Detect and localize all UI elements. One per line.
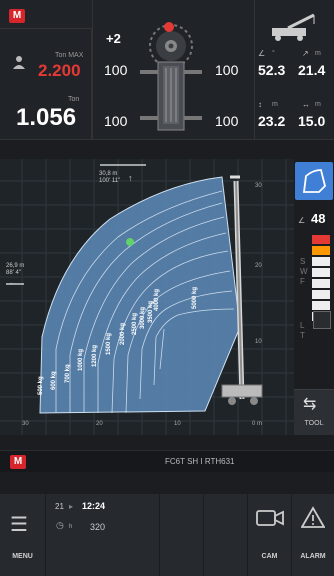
load-label-600: 600 kg <box>51 371 57 390</box>
load-label-1000: 1000 kg <box>78 348 84 371</box>
height-value: 23.2 <box>258 113 286 129</box>
crane-icon <box>268 12 320 42</box>
cam-button[interactable]: CAM <box>248 494 292 576</box>
x-tick-20: 20 <box>96 421 103 427</box>
radius-value: 15.0 <box>298 113 326 129</box>
letter-f: F <box>300 277 305 286</box>
radius-unit: m <box>315 101 321 108</box>
model-label: FC6T SH I RTH631 <box>165 457 235 466</box>
info-panel: 21 ▸ 12:24 ◷ h 320 <box>46 494 160 576</box>
load-chart-icon <box>302 169 326 193</box>
radius-icon: ↔ <box>302 100 310 109</box>
load-label-5000: 5000 kg <box>192 286 198 309</box>
hours-value: 320 <box>90 522 106 532</box>
ton-max-value: 2.200 <box>38 61 81 80</box>
menu-button[interactable]: ☰ MENU <box>0 494 46 576</box>
rotation-value: +2 <box>106 31 121 46</box>
up-arrow-icon: ↑ <box>128 173 133 183</box>
angle-value: 52.3 <box>258 62 286 78</box>
load-person-icon <box>12 55 26 69</box>
length-unit: m <box>315 50 321 57</box>
cam-label: CAM <box>261 553 278 560</box>
hours-icon: ◷ <box>56 520 64 530</box>
chassis-graphic <box>130 58 212 134</box>
max-reach-label-ft: 88' 4" <box>6 270 21 276</box>
small-square-icon <box>313 311 331 329</box>
bottom-toolbar: ☰ MENU 21 ▸ 12:24 ◷ h 320 CAM ALARM <box>0 494 334 576</box>
alarm-label: ALARM <box>300 553 326 560</box>
letter-t: T <box>300 331 305 340</box>
max-reach-label-m: 26,9 m <box>6 263 25 269</box>
letter-w: W <box>300 267 308 276</box>
stabilizer-rear-left-value: 100 <box>104 113 128 129</box>
max-height-label-ft: 100' 11" <box>99 178 121 184</box>
hours-unit: h <box>69 524 73 530</box>
left-arrow-icon: ← <box>8 277 17 287</box>
tool-button[interactable]: ⇆ TOOL <box>294 389 334 435</box>
empty-slot-2 <box>204 494 248 576</box>
right-side-panel: 48 ∠ S W F L T ⇆ TOOL <box>294 159 334 435</box>
chart-mode-button[interactable] <box>295 162 333 200</box>
swap-arrows-icon: ⇆ <box>303 396 317 413</box>
camera-icon <box>256 510 284 526</box>
load-label-1500: 1500 kg <box>106 332 112 355</box>
load-label-4000: 4000 kg <box>154 288 160 311</box>
ton-label: Ton <box>68 96 80 103</box>
x-tick-0: 0 m <box>252 421 263 427</box>
time-icon: ▸ <box>69 502 74 511</box>
height-icon: ↕ <box>258 100 262 109</box>
x-tick-10: 10 <box>174 421 181 427</box>
load-chart: 30,8 m 100' 11" ↑ 26,9 m 88' 4" ← 30 20 … <box>0 159 294 435</box>
letter-l: L <box>300 321 305 330</box>
empty-slot-1 <box>160 494 204 576</box>
manitou-logo: M <box>9 9 25 23</box>
stabilizer-front-right-value: 100 <box>215 62 239 78</box>
rotation-indicator-icon <box>164 22 174 32</box>
letter-s: S <box>300 257 306 266</box>
status-bar: M FC6T SH I RTH631 <box>0 450 334 472</box>
height-unit: m <box>272 101 278 108</box>
angle-reading: 48 <box>311 211 326 226</box>
alarm-button[interactable]: ALARM <box>292 494 334 576</box>
angle-icon: ∠ <box>258 49 266 58</box>
load-label-2000: 2000 kg <box>120 322 126 345</box>
length-value: 21.4 <box>298 62 326 78</box>
load-label-500: 500 kg <box>38 376 44 395</box>
ton-value: 1.056 <box>16 104 77 131</box>
time-value: 12:24 <box>82 501 106 511</box>
load-label-2500: 2500 kg <box>132 312 138 335</box>
load-label-700: 700 kg <box>65 364 71 383</box>
stabilizer-rear-right-value: 100 <box>215 113 239 129</box>
top-status-panel: M Ton MAX 2.200 Ton 1.056 +2 100 100 100… <box>0 0 334 140</box>
tool-label: TOOL <box>304 420 324 427</box>
load-label-3000: 3000 kg <box>140 306 146 329</box>
y-tick-20: 20 <box>255 263 262 269</box>
y-tick-10: 10 <box>255 339 262 345</box>
y-tick-30: 30 <box>255 183 262 189</box>
load-chart-svg <box>0 159 294 435</box>
stabilizer-front-left-value: 100 <box>104 62 128 78</box>
load-label-1200: 1200 kg <box>92 344 98 367</box>
manitou-logo-small: M <box>10 455 26 469</box>
max-height-label-m: 30,8 m <box>99 171 118 177</box>
counter-value: 21 <box>55 502 64 511</box>
ton-max-label: Ton MAX <box>55 52 84 59</box>
angle-small-icon: ∠ <box>298 216 306 225</box>
x-tick-30: 30 <box>22 421 29 427</box>
warning-icon <box>301 506 325 528</box>
menu-label: MENU <box>12 553 33 560</box>
load-point-marker <box>126 238 134 246</box>
angle-unit: ° <box>272 50 275 57</box>
length-icon: ↗ <box>302 49 309 58</box>
menu-icon: ☰ <box>10 514 28 536</box>
